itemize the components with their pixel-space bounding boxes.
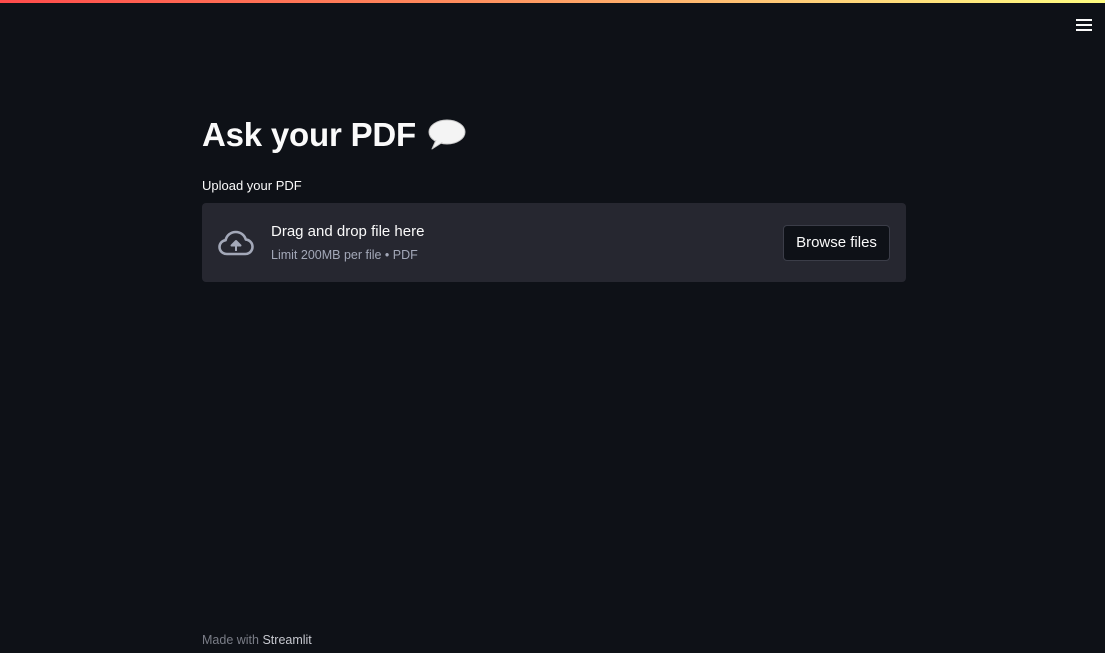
- page-title: Ask your PDF: [202, 116, 416, 153]
- dropzone-title: Drag and drop file here: [271, 223, 425, 240]
- title-row: Ask your PDF: [202, 112, 906, 158]
- footer-prefix: Made with: [202, 633, 259, 647]
- cloud-upload-icon: [218, 229, 254, 257]
- main-content: Ask your PDF Upload your PDF Drag and dr…: [202, 112, 906, 282]
- dropzone-instructions: Drag and drop file here Limit 200MB per …: [271, 223, 783, 262]
- footer: Made with Streamlit: [202, 632, 312, 648]
- browse-files-button[interactable]: Browse files: [783, 224, 890, 261]
- main-menu-button[interactable]: [1073, 14, 1095, 36]
- dropzone-limit-text: Limit 200MB per file • PDF: [271, 248, 418, 262]
- top-decoration-bar: [0, 0, 1105, 3]
- hamburger-menu-icon: [1076, 19, 1092, 31]
- streamlit-link[interactable]: Streamlit: [262, 633, 311, 647]
- speech-bubble-icon: [428, 119, 466, 151]
- file-dropzone[interactable]: Drag and drop file here Limit 200MB per …: [202, 203, 906, 282]
- file-uploader-label: Upload your PDF: [202, 178, 302, 193]
